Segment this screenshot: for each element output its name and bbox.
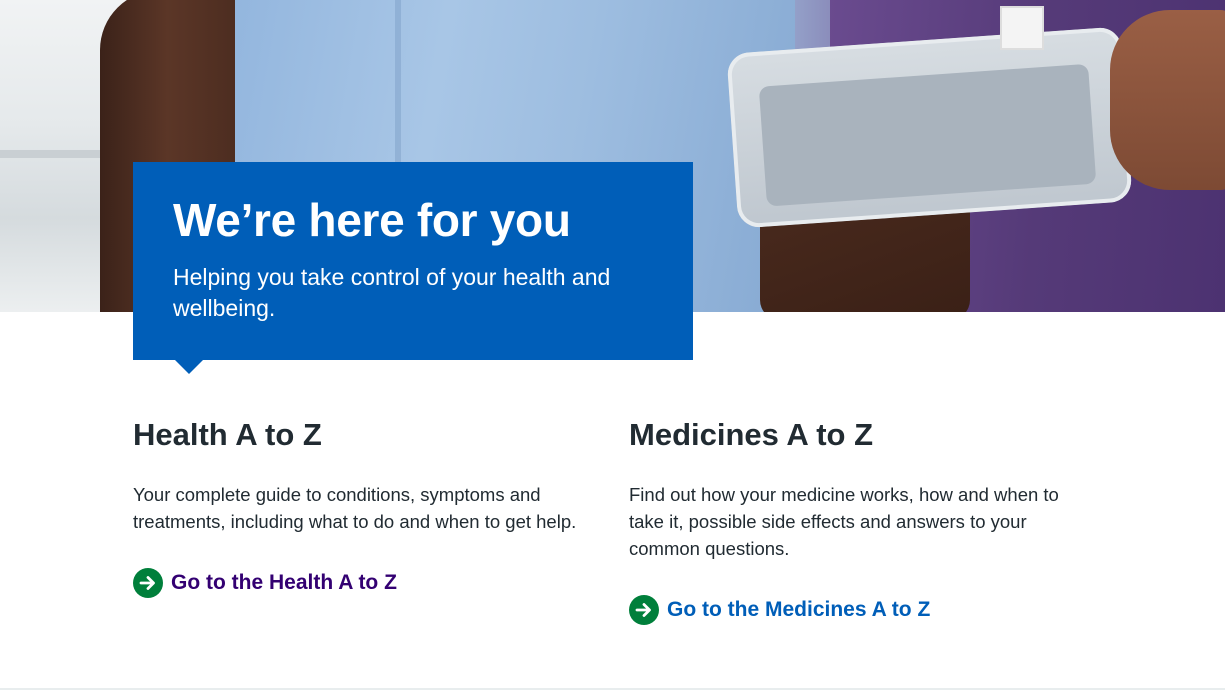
hero-lede: Helping you take control of your health … — [173, 264, 611, 321]
action-link-label[interactable]: Go to the Health A to Z — [171, 568, 397, 598]
arrow-right-circle-icon — [629, 595, 659, 625]
hero-id-badge — [1000, 6, 1044, 50]
card-description: Find out how your medicine works, how an… — [629, 484, 1059, 559]
card-title: Health A to Z — [133, 417, 322, 452]
hero-gesturing-hand — [1110, 10, 1225, 190]
card-title: Medicines A to Z — [629, 417, 874, 452]
hero-title: We’re here for you — [173, 194, 571, 246]
arrow-right-circle-icon — [133, 568, 163, 598]
go-to-health-a-to-z-link[interactable]: Go to the Health A to Z — [133, 568, 593, 598]
medicines-a-to-z-card: Medicines A to Z Find out how your medic… — [629, 413, 1089, 625]
health-a-to-z-card: Health A to Z Your complete guide to con… — [133, 413, 593, 598]
hero-tablet — [726, 26, 1133, 229]
action-link-label[interactable]: Go to the Medicines A to Z — [667, 595, 930, 625]
card-description: Your complete guide to conditions, sympt… — [133, 484, 577, 532]
go-to-medicines-a-to-z-link[interactable]: Go to the Medicines A to Z — [629, 595, 1089, 625]
hero-callout: We’re here for you Helping you take cont… — [133, 162, 693, 374]
callout-pointer — [175, 360, 203, 374]
